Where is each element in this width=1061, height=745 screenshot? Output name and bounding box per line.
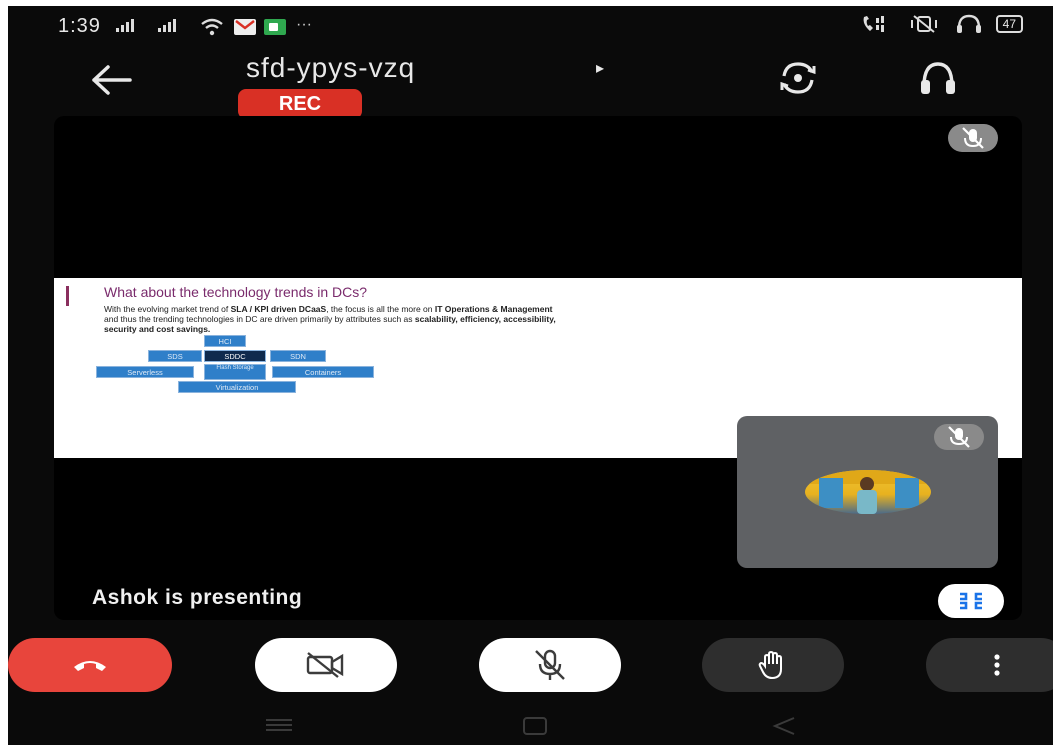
signal-icon: [158, 19, 176, 32]
tech-box-containers: Containers: [272, 366, 374, 378]
switch-camera-button[interactable]: [776, 58, 820, 98]
more-options-button[interactable]: [926, 638, 1053, 692]
slide-body: With the evolving market trend of SLA / …: [104, 304, 984, 334]
meet-call-screen: 1:39 ··· 47 sfd-ypys-vzq ▸ REC What abou…: [8, 6, 1053, 745]
slide-body-bold: SLA / KPI driven DCaaS: [230, 304, 327, 314]
status-bar: 1:39 ··· 47: [8, 6, 1053, 46]
slide-body-text: , the focus is all the more on: [326, 304, 435, 314]
mic-off-icon: [948, 426, 970, 448]
self-mic-off-badge: [934, 424, 984, 450]
tech-box-sddc: SDDC: [204, 350, 266, 362]
hand-icon: [758, 650, 782, 680]
raise-hand-button[interactable]: [702, 638, 844, 692]
recording-badge: REC: [238, 89, 362, 119]
phone-hangup-icon: [74, 661, 106, 671]
system-nav-bar: [8, 706, 1053, 745]
more-vertical-icon: [994, 654, 1000, 676]
home-square-icon: [523, 717, 547, 735]
tech-box-flash: Flash Storage: [204, 364, 266, 380]
wifi-calling-icon: [863, 16, 884, 32]
tech-box-hci: HCI: [204, 335, 246, 347]
presenter-mic-off-badge: [948, 124, 998, 152]
mic-toggle-button[interactable]: [479, 638, 621, 692]
person-photo-icon: [805, 470, 931, 514]
fullscreen-exit-icon: [960, 592, 982, 610]
avatar: [805, 470, 931, 514]
camera-toggle-button[interactable]: [255, 638, 397, 692]
self-view-tile[interactable]: [737, 416, 998, 568]
presentation-stage[interactable]: What about the technology trends in DCs?…: [54, 116, 1022, 620]
slide-title: What about the technology trends in DCs?: [104, 284, 368, 300]
switch-camera-icon: [780, 62, 816, 94]
slide-body-bold: IT Operations & Management: [434, 304, 553, 314]
video-off-icon: [306, 652, 344, 678]
nav-back-button[interactable]: [772, 716, 796, 741]
tech-box-sdn: SDN: [270, 350, 326, 362]
end-call-button[interactable]: [8, 638, 172, 692]
headphones-icon: [921, 62, 955, 94]
tech-box-serverless: Serverless: [96, 366, 194, 378]
back-button[interactable]: [88, 60, 136, 100]
audio-output-button[interactable]: [916, 58, 960, 98]
meet-notification-icon: [264, 19, 286, 35]
nav-home-button[interactable]: [522, 716, 548, 741]
slide-body-text: With the evolving market trend of: [104, 304, 231, 314]
slide-body-bold: scalability, efficiency, accessibility,: [414, 314, 556, 324]
headset-icon: [956, 14, 981, 33]
status-time: 1:39: [58, 15, 101, 37]
fullscreen-exit-button[interactable]: [938, 584, 1004, 618]
slide-body-bold: security and cost savings.: [104, 324, 211, 334]
mic-off-icon: [962, 127, 984, 149]
tech-box-virtualization: Virtualization: [178, 381, 296, 393]
meeting-details-caret[interactable]: ▸: [596, 58, 604, 78]
menu-icon: [266, 719, 292, 731]
more-notifications-indicator: ···: [296, 16, 312, 33]
slide-accent-bar: [66, 286, 69, 306]
vibrate-off-icon: [910, 15, 937, 33]
wifi-icon: [201, 18, 223, 36]
arrow-left-icon: [92, 65, 132, 95]
gmail-icon: [234, 19, 256, 35]
back-triangle-icon: [772, 717, 795, 735]
battery-indicator: 47: [995, 15, 1023, 33]
signal-icon: [116, 19, 134, 32]
meeting-code-title[interactable]: sfd-ypys-vzq: [246, 52, 415, 84]
slide-body-text: and thus the trending technologies in DC…: [104, 314, 415, 324]
mic-off-icon: [535, 649, 565, 680]
presenting-label: Ashok is presenting: [92, 586, 303, 609]
tech-box-sds: SDS: [148, 350, 202, 362]
nav-menu-button[interactable]: [264, 716, 294, 739]
